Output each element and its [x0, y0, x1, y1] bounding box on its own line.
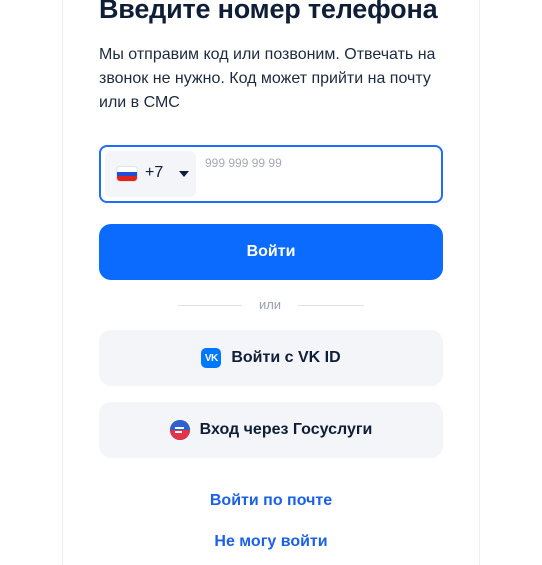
country-code-label: +7	[145, 164, 164, 181]
gosuslugi-icon	[169, 420, 190, 440]
divider-label: или	[258, 297, 282, 312]
divider-line-right	[298, 305, 364, 306]
russia-flag-icon	[117, 167, 137, 181]
page-subtitle: Мы отправим код или позвоним. Отвечать н…	[99, 46, 436, 111]
phone-number-input[interactable]	[205, 153, 437, 173]
vk-icon: VK	[201, 348, 222, 368]
chevron-down-icon	[179, 171, 189, 177]
gosuslugi-login-button[interactable]: Вход через Госуслуги	[99, 402, 443, 458]
page-title: Введите номер телефона	[99, 0, 438, 24]
country-code-select[interactable]: +7	[105, 151, 196, 197]
divider-line-left	[178, 305, 242, 306]
phone-field[interactable]: +7	[99, 145, 443, 203]
email-login-link[interactable]: Войти по почте	[99, 492, 443, 510]
vk-id-login-button[interactable]: VK Войти с VK ID	[99, 330, 443, 386]
login-button[interactable]: Войти	[99, 224, 443, 280]
vk-id-login-label: Войти с VK ID	[231, 349, 341, 366]
cant-login-link[interactable]: Не могу войти	[99, 533, 443, 551]
gosuslugi-login-label: Вход через Госуслуги	[199, 421, 373, 438]
